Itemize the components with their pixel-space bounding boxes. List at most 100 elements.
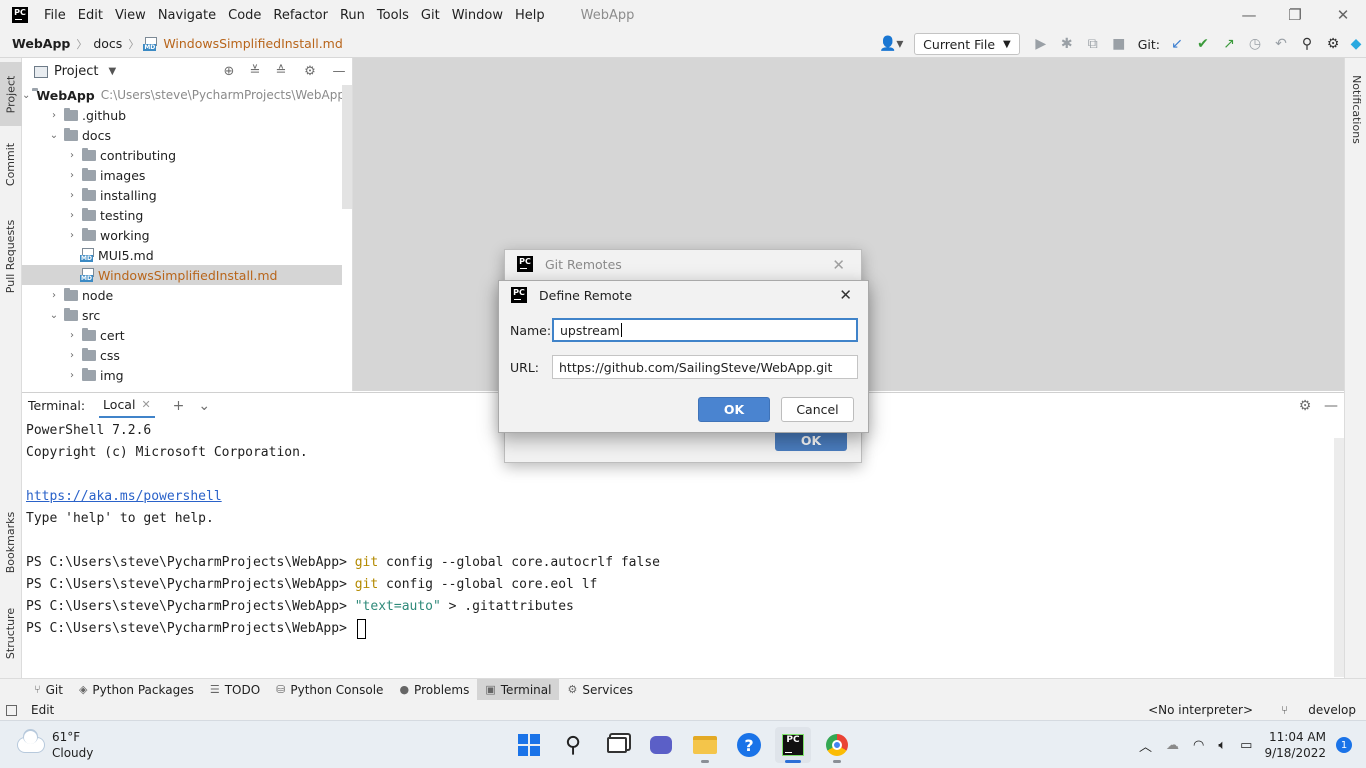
tree-item[interactable]: ⌄ docs <box>22 125 342 145</box>
debug-icon[interactable]: ✱ <box>1054 30 1080 58</box>
show-hidden-icons-chevron-icon[interactable]: ︿ <box>1139 736 1152 755</box>
tree-item[interactable]: › contributing <box>22 145 342 165</box>
breadcrumb-project[interactable]: WebApp <box>10 36 72 51</box>
chevron-right-icon[interactable]: › <box>64 190 80 201</box>
chevron-right-icon[interactable]: › <box>64 350 80 361</box>
chevron-right-icon[interactable]: › <box>46 110 62 121</box>
tree-item[interactable]: › .github <box>22 105 342 125</box>
pycharm-taskbar-icon[interactable]: PC <box>775 727 811 763</box>
remote-url-input[interactable]: https://github.com/SailingSteve/WebApp.g… <box>552 355 858 379</box>
notification-count-badge[interactable]: 1 <box>1336 737 1352 753</box>
pycharm-logo-icon[interactable]: PC <box>12 7 28 23</box>
tool-tab-services[interactable]: ⚙ Services <box>559 679 640 701</box>
help-icon[interactable]: ? <box>731 727 767 763</box>
chrome-icon[interactable] <box>819 727 855 763</box>
notifications-tool-button[interactable]: Notifications <box>1345 66 1366 152</box>
menu-code[interactable]: Code <box>222 8 267 23</box>
chat-icon[interactable] <box>643 727 679 763</box>
user-dropdown-icon[interactable]: 👤▾ <box>874 30 908 58</box>
tree-item[interactable]: › img <box>22 365 342 385</box>
project-panel-title[interactable]: Project <box>54 64 98 79</box>
stop-icon[interactable]: ■ <box>1106 30 1132 58</box>
start-button[interactable] <box>511 727 547 763</box>
powershell-link[interactable]: https://aka.ms/powershell <box>26 489 222 504</box>
tool-tab-todo[interactable]: ☰ TODO <box>202 679 268 701</box>
settings-gear-icon[interactable]: ⚙ <box>1320 30 1346 58</box>
onedrive-cloud-icon[interactable]: ☁ <box>1166 738 1179 753</box>
expand-all-icon[interactable]: ≚ <box>242 64 268 79</box>
chevron-right-icon[interactable]: › <box>64 370 80 381</box>
tree-item[interactable]: MUI5.md <box>22 245 342 265</box>
wifi-icon[interactable]: ◠ <box>1193 738 1204 753</box>
run-configuration-selector[interactable]: Current File ▼ <box>914 33 1020 55</box>
bookmarks-tool-button[interactable]: Bookmarks <box>0 504 22 580</box>
chevron-right-icon[interactable]: › <box>64 210 80 221</box>
python-interpreter-selector[interactable]: <No interpreter> <box>1148 703 1253 717</box>
chevron-down-icon[interactable]: ⌄ <box>198 398 210 414</box>
chevron-right-icon[interactable]: › <box>64 330 80 341</box>
git-push-icon[interactable]: ↗ <box>1216 30 1242 58</box>
remote-name-input[interactable]: upstream <box>552 318 858 342</box>
menu-view[interactable]: View <box>109 8 152 23</box>
commit-tool-button[interactable]: Commit <box>0 132 22 196</box>
tool-tab-terminal[interactable]: ▣ Terminal <box>477 678 560 701</box>
new-tab-icon[interactable]: + <box>173 398 185 414</box>
menu-help[interactable]: Help <box>509 8 551 23</box>
tree-item[interactable]: › installing <box>22 185 342 205</box>
breadcrumb-file[interactable]: WindowsSimplifiedInstall.md <box>161 36 344 51</box>
tree-item[interactable]: WindowsSimplifiedInstall.md <box>22 265 342 285</box>
menu-tools[interactable]: Tools <box>371 8 415 23</box>
close-icon[interactable]: ✕ <box>839 286 852 304</box>
ok-button[interactable]: OK <box>698 397 770 422</box>
tree-item[interactable]: › images <box>22 165 342 185</box>
tree-item[interactable]: › testing <box>22 205 342 225</box>
menu-file[interactable]: File <box>38 8 72 23</box>
rollback-icon[interactable]: ↶ <box>1268 30 1294 58</box>
battery-icon[interactable]: ▭ <box>1240 738 1252 753</box>
terminal-settings-gear-icon[interactable]: ⚙ <box>1292 398 1318 414</box>
tree-item[interactable]: › working <box>22 225 342 245</box>
hide-panel-icon[interactable]: — <box>326 64 352 79</box>
search-taskbar-icon[interactable]: ⚲ <box>555 727 591 763</box>
tree-item[interactable]: ⌄ src <box>22 305 342 325</box>
tool-tab-git[interactable]: ⑂ Git <box>26 679 71 701</box>
tree-item[interactable]: ⌄ WebApp C:\Users\steve\PycharmProjects\We… <box>22 85 345 105</box>
chevron-right-icon[interactable]: › <box>64 230 80 241</box>
close-icon[interactable]: ✕ <box>832 256 845 274</box>
menu-git[interactable]: Git <box>415 8 446 23</box>
volume-icon[interactable]: 🔈︎ <box>1218 738 1226 753</box>
minimize-icon[interactable]: — <box>1226 0 1272 30</box>
close-window-icon[interactable]: ✕ <box>1320 0 1366 30</box>
jetbrains-toolbox-icon[interactable]: ◆ <box>1346 30 1366 58</box>
tool-tab-problems[interactable]: ● Problems <box>391 679 477 701</box>
chevron-down-icon[interactable]: ⌄ <box>46 130 62 141</box>
tree-item[interactable]: › cert <box>22 325 342 345</box>
restore-icon[interactable]: ❐ <box>1272 0 1318 30</box>
chevron-down-icon[interactable]: ⌄ <box>46 310 62 321</box>
git-update-icon[interactable]: ↙ <box>1164 30 1190 58</box>
tool-tab-python-console[interactable]: ⛁ Python Console <box>268 679 391 701</box>
collapse-all-icon[interactable]: ≙ <box>268 64 294 79</box>
breadcrumb-folder[interactable]: docs <box>91 36 124 51</box>
menu-run[interactable]: Run <box>334 8 371 23</box>
options-gear-icon[interactable]: ⚙ <box>294 64 326 79</box>
chevron-down-icon[interactable]: ▼ <box>108 66 116 77</box>
tree-item[interactable]: › css <box>22 345 342 365</box>
terminal-tab-local[interactable]: Local ✕ <box>99 393 155 419</box>
weather-widget[interactable]: 61°F Cloudy <box>18 729 93 761</box>
menu-refactor[interactable]: Refactor <box>267 8 334 23</box>
locate-file-icon[interactable]: ⊕ <box>216 64 242 79</box>
chevron-right-icon[interactable]: › <box>46 290 62 301</box>
tool-windows-toggle-icon[interactable] <box>6 704 17 716</box>
menu-edit[interactable]: Edit <box>72 8 109 23</box>
menu-navigate[interactable]: Navigate <box>152 8 222 23</box>
coverage-icon[interactable]: ⧉ <box>1080 30 1106 58</box>
task-view-icon[interactable] <box>599 727 635 763</box>
clock[interactable]: 11:04 AM 9/18/2022 <box>1264 729 1326 761</box>
project-tool-button[interactable]: Project <box>0 62 22 126</box>
git-branch-selector[interactable]: ⑂ develop <box>1265 703 1356 717</box>
cancel-button[interactable]: Cancel <box>781 397 854 422</box>
history-icon[interactable]: ◷ <box>1242 30 1268 58</box>
chevron-right-icon[interactable]: › <box>64 150 80 161</box>
hide-terminal-icon[interactable]: — <box>1318 398 1344 414</box>
